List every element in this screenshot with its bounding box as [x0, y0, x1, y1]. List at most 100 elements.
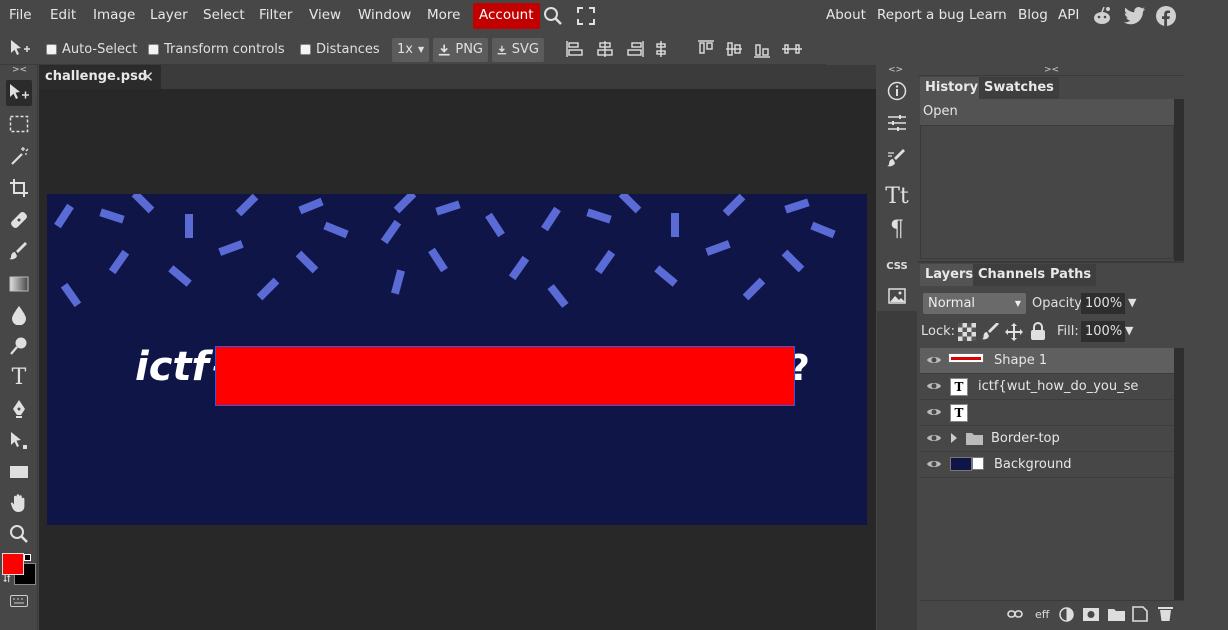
collapse-arrows-icon[interactable]: ><: [12, 65, 27, 75]
menu-edit[interactable]: Edit: [50, 0, 76, 32]
magic-wand-tool[interactable]: [6, 143, 32, 169]
blur-tool[interactable]: [6, 302, 32, 328]
move-tool[interactable]: [6, 80, 32, 106]
type-tool[interactable]: T: [6, 364, 32, 390]
menu-filter[interactable]: Filter: [259, 0, 292, 32]
align-right-icon[interactable]: [626, 40, 644, 62]
export-svg-button[interactable]: SVG: [492, 38, 544, 62]
dodge-tool[interactable]: [6, 333, 32, 359]
facebook-icon[interactable]: [1156, 6, 1176, 30]
account-button[interactable]: Account: [473, 3, 540, 29]
image-properties-button[interactable]: [884, 283, 910, 309]
twitter-icon[interactable]: [1124, 7, 1146, 29]
layers-scrollbar[interactable]: [1174, 348, 1184, 600]
document-canvas[interactable]: ictf{ ?: [47, 194, 867, 525]
tab-layers[interactable]: Layers: [920, 264, 979, 286]
adjustments-button[interactable]: [884, 110, 910, 136]
opacity-input[interactable]: 100%: [1081, 293, 1125, 314]
layer-row-text-empty[interactable]: T: [920, 400, 1174, 426]
menu-about[interactable]: About: [826, 0, 866, 32]
menu-report-bug[interactable]: Report a bug: [877, 0, 964, 32]
auto-select-checkbox[interactable]: Auto-Select: [46, 42, 137, 57]
blend-mode-select[interactable]: Normal ▼: [923, 293, 1026, 314]
pen-tool[interactable]: [6, 396, 32, 422]
link-layers-icon[interactable]: [1007, 608, 1023, 623]
menu-window[interactable]: Window: [358, 0, 411, 32]
menu-api[interactable]: API: [1058, 0, 1079, 32]
new-layer-icon[interactable]: [1132, 606, 1148, 626]
adjustment-layer-icon[interactable]: [1059, 607, 1074, 626]
character-button[interactable]: Tt: [884, 183, 910, 209]
eye-icon[interactable]: [926, 432, 942, 448]
move-tool-icon[interactable]: [9, 39, 31, 63]
close-tab-icon[interactable]: ✕: [141, 65, 154, 89]
reddit-icon[interactable]: [1091, 6, 1113, 30]
healing-tool[interactable]: [6, 207, 32, 233]
red-shape-layer[interactable]: [215, 346, 795, 406]
align-middle-icon[interactable]: [725, 40, 743, 62]
shape-tool[interactable]: [6, 459, 32, 485]
align-center-h-icon[interactable]: [596, 40, 614, 62]
menu-select[interactable]: Select: [203, 0, 245, 32]
effects-button[interactable]: eff: [1035, 608, 1049, 621]
css-button[interactable]: CSS: [884, 253, 910, 279]
align-bottom-icon[interactable]: [753, 40, 771, 62]
path-select-tool[interactable]: [6, 428, 32, 454]
foreground-color-swatch[interactable]: [2, 553, 24, 575]
lock-position-icon[interactable]: [1005, 323, 1023, 345]
distribute-h-icon[interactable]: [654, 40, 668, 62]
layer-row-text-flag[interactable]: T ictf{wut_how_do_you_se: [920, 374, 1174, 400]
export-png-button[interactable]: PNG: [433, 38, 488, 62]
fullscreen-icon[interactable]: [577, 7, 595, 29]
expand-triangle-icon[interactable]: [950, 432, 958, 448]
tab-swatches[interactable]: Swatches: [979, 77, 1059, 99]
brush-settings-button[interactable]: [884, 146, 910, 172]
menu-learn[interactable]: Learn: [969, 0, 1007, 32]
expand-arrows-icon[interactable]: <>: [888, 65, 903, 75]
menu-file[interactable]: File: [9, 0, 32, 32]
hand-tool[interactable]: [6, 490, 32, 516]
tab-history[interactable]: History: [920, 77, 984, 99]
document-tab[interactable]: challenge.psd ✕: [39, 65, 161, 89]
default-colors-icon[interactable]: [24, 554, 31, 561]
collapse-panels-icon[interactable]: ><: [1044, 65, 1059, 75]
lock-all-icon[interactable]: [1030, 322, 1046, 345]
eye-icon[interactable]: [926, 406, 942, 422]
menu-more[interactable]: More: [427, 0, 460, 32]
history-item[interactable]: Open: [920, 99, 1174, 125]
zoom-tool[interactable]: [6, 521, 32, 547]
info-button[interactable]: [884, 78, 910, 104]
add-mask-icon[interactable]: [1083, 608, 1099, 625]
align-left-icon[interactable]: [566, 40, 584, 62]
menu-layer[interactable]: Layer: [150, 0, 188, 32]
lock-pixels-icon[interactable]: [982, 322, 1000, 345]
align-top-icon[interactable]: [697, 40, 715, 62]
fill-input[interactable]: 100%: [1081, 321, 1125, 342]
new-group-icon[interactable]: [1108, 608, 1125, 625]
paragraph-button[interactable]: ¶: [884, 216, 910, 242]
marquee-tool[interactable]: [6, 111, 32, 137]
distribute-v-icon[interactable]: [781, 40, 803, 62]
search-icon[interactable]: [543, 6, 563, 30]
layer-row-border-top[interactable]: Border-top: [920, 426, 1174, 452]
zoom-select[interactable]: 1x ▼: [392, 38, 429, 62]
swap-colors-icon[interactable]: ⮃: [3, 574, 11, 585]
delete-layer-icon[interactable]: [1158, 606, 1173, 626]
keyboard-icon[interactable]: [10, 595, 28, 611]
menu-image[interactable]: Image: [93, 0, 135, 32]
transform-controls-checkbox[interactable]: Transform controls: [148, 42, 285, 57]
lock-transparency-icon[interactable]: [958, 323, 976, 345]
brush-tool[interactable]: [6, 239, 32, 265]
eye-icon[interactable]: [926, 354, 942, 370]
fill-dropdown-icon[interactable]: ▼: [1125, 324, 1133, 337]
eye-icon[interactable]: [926, 380, 942, 396]
tab-paths[interactable]: Paths: [1045, 264, 1097, 286]
layer-row-shape-1[interactable]: Shape 1: [920, 348, 1174, 374]
crop-tool[interactable]: [6, 175, 32, 201]
menu-view[interactable]: View: [309, 0, 341, 32]
tab-channels[interactable]: Channels: [973, 264, 1051, 286]
opacity-dropdown-icon[interactable]: ▼: [1128, 296, 1136, 309]
distances-checkbox[interactable]: Distances: [300, 42, 380, 57]
history-scrollbar[interactable]: [1174, 99, 1184, 261]
eye-icon[interactable]: [926, 458, 942, 474]
